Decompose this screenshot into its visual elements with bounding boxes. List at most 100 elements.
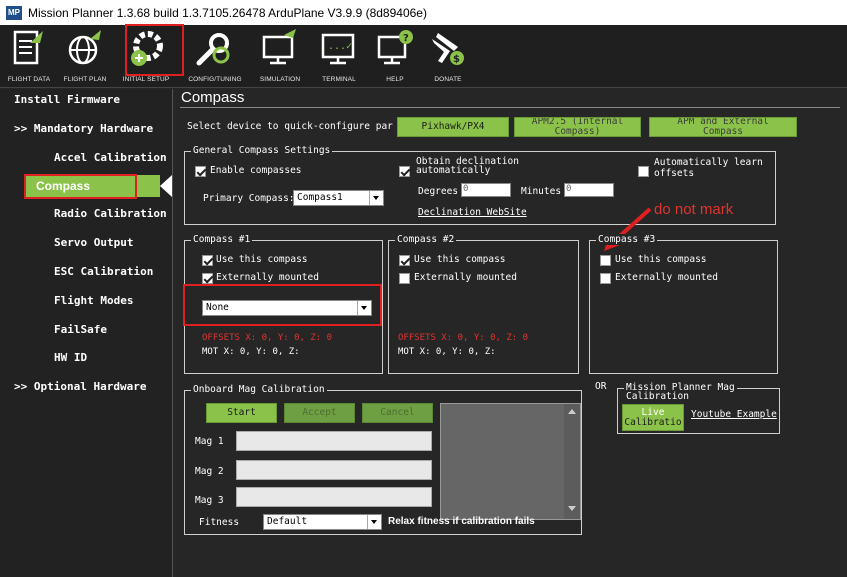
group-title: Onboard Mag Calibration	[191, 384, 327, 395]
toolbar-label: INITIAL SETUP	[122, 76, 170, 83]
sidebar-item-flight-modes[interactable]: Flight Modes	[0, 290, 172, 312]
mag-3-label: Mag 3	[195, 495, 224, 506]
svg-text:...✓: ...✓	[328, 41, 352, 52]
live-calibration-button[interactable]: Live Calibratio	[622, 404, 684, 431]
toolbar-terminal-button[interactable]: ...✓ TERMINAL	[314, 27, 364, 85]
compass-2-external-checkbox[interactable]	[399, 273, 410, 284]
obtain-declination-label: Obtain declination automatically	[416, 157, 519, 176]
group-title: Compass #3	[596, 234, 658, 245]
compass-2-use-checkbox[interactable]	[399, 255, 410, 266]
primary-compass-label: Primary Compass:	[203, 193, 295, 204]
compass-1-external-checkbox[interactable]	[202, 273, 213, 284]
button-label: Pixhawk/PX4	[421, 121, 485, 132]
start-calibration-button[interactable]: Start	[206, 403, 277, 423]
scroll-down-icon[interactable]	[568, 506, 576, 511]
fitness-label: Fitness	[199, 517, 240, 528]
toolbar-label: CONFIG/TUNING	[188, 76, 242, 83]
toolbar-label: HELP	[386, 76, 404, 83]
auto-learn-offsets-checkbox[interactable]	[638, 166, 649, 177]
sidebar-item-accel-calibration[interactable]: Accel Calibration	[0, 147, 172, 169]
minutes-label: Minutes	[521, 186, 562, 197]
page-title: Compass	[181, 89, 245, 106]
toolbar-flight-data-button[interactable]: FLIGHT DATA	[4, 27, 54, 85]
toolbar-help-button[interactable]: ? HELP	[370, 27, 420, 85]
sidebar-item-failsafe[interactable]: FailSafe	[0, 319, 172, 341]
compass-1-use-label: Use this compass	[216, 254, 308, 265]
button-label: Accept	[302, 407, 337, 418]
pixhawk-px4-button[interactable]: Pixhawk/PX4	[397, 117, 509, 137]
button-label: Cancel	[380, 407, 415, 418]
auto-learn-offsets-label: Automatically learn offsets	[654, 157, 763, 179]
mp-mag-title-line2: Calibration	[626, 391, 689, 402]
compass-1-use-checkbox[interactable]	[202, 255, 213, 266]
mission-planner-logo-icon: MP	[6, 5, 22, 20]
sidebar-item-hw-id[interactable]: HW ID	[0, 347, 172, 369]
window-title: Mission Planner 1.3.68 build 1.3.7105.26…	[28, 5, 427, 20]
compass-3-external-label: Externally mounted	[615, 272, 718, 283]
compass-3-use-checkbox[interactable]	[600, 255, 611, 266]
fitness-select[interactable]: Default	[263, 514, 382, 530]
compass-2-external-label: Externally mounted	[414, 272, 517, 283]
button-label-line1: Live	[641, 406, 665, 418]
initial-setup-highlight-box	[125, 24, 184, 76]
compass-2-mot: MOT X: 0, Y: 0, Z:	[398, 347, 496, 357]
group-title: General Compass Settings	[191, 145, 333, 156]
compass-2-offsets: OFFSETS X: 0, Y: 0, Z: 0	[398, 333, 529, 343]
declination-website-link[interactable]: Declination WebSite	[418, 207, 527, 218]
sidebar-item-servo-output[interactable]: Servo Output	[0, 232, 172, 254]
log-scrollbar[interactable]	[564, 404, 580, 519]
help-icon: ?	[377, 30, 413, 65]
toolbar-config-tuning-button[interactable]: CONFIG/TUNING	[184, 27, 246, 85]
toolbar-flight-plan-button[interactable]: FLIGHT PLAN	[60, 27, 110, 85]
toolbar-donate-button[interactable]: $ DONATE	[426, 27, 470, 85]
calibration-log-box[interactable]	[440, 403, 581, 520]
minutes-input[interactable]: 0	[564, 183, 614, 197]
obtain-declination-checkbox[interactable]	[399, 166, 410, 177]
quick-configure-label: Select device to quick-configure par	[187, 121, 393, 132]
toolbar-label: DONATE	[434, 76, 462, 83]
auto-learn-line2: offsets	[654, 168, 695, 179]
do-not-mark-annotation: do not mark	[654, 201, 734, 218]
group-title: Compass #2	[395, 234, 457, 245]
sidebar-item-optional-hardware[interactable]: >> Optional Hardware	[0, 376, 172, 398]
terminal-icon: ...✓	[321, 33, 355, 65]
auto-learn-line1: Automatically learn	[654, 157, 763, 168]
chevron-down-icon	[367, 515, 381, 529]
mag-1-label: Mag 1	[195, 436, 224, 447]
compass-1-mot: MOT X: 0, Y: 0, Z:	[202, 347, 300, 357]
scroll-up-icon[interactable]	[568, 409, 576, 414]
apm25-internal-compass-button[interactable]: APM2.5 (Internal Compass)	[514, 117, 641, 137]
window-title-bar: MP Mission Planner 1.3.68 build 1.3.7105…	[0, 0, 847, 25]
apm-external-compass-button[interactable]: APM and External Compass	[649, 117, 797, 137]
compass-1-highlight-box	[183, 284, 382, 326]
sidebar-item-radio-calibration[interactable]: Radio Calibration	[0, 203, 172, 225]
toolbar-simulation-button[interactable]: SIMULATION	[252, 27, 308, 85]
button-label: Start	[227, 407, 256, 418]
compass-3-external-checkbox[interactable]	[600, 273, 611, 284]
toolbar-label: SIMULATION	[259, 76, 301, 83]
sidebar-item-esc-calibration[interactable]: ESC Calibration	[0, 261, 172, 283]
degrees-input[interactable]: 0	[461, 183, 511, 197]
mag-3-progress	[236, 487, 432, 507]
flight-plan-icon	[68, 30, 101, 65]
simulation-icon	[262, 29, 296, 65]
group-title: Compass #1	[191, 234, 253, 245]
toolbar-label: FLIGHT PLAN	[63, 76, 107, 83]
youtube-example-link[interactable]: Youtube Example	[691, 409, 777, 420]
accept-calibration-button[interactable]: Accept	[284, 403, 355, 423]
sidebar-item-mandatory-hardware[interactable]: >> Mandatory Hardware	[0, 118, 172, 140]
mag-1-progress	[236, 431, 432, 451]
primary-compass-select[interactable]: Compass1	[293, 190, 384, 206]
button-label-line2: Compass	[702, 126, 744, 137]
degrees-label: Degrees	[418, 186, 459, 197]
toolbar-label: TERMINAL	[322, 76, 356, 83]
enable-compasses-checkbox[interactable]	[195, 166, 206, 177]
mag-2-label: Mag 2	[195, 466, 224, 477]
donate-icon: $	[432, 33, 464, 65]
compass-1-offsets: OFFSETS X: 0, Y: 0, Z: 0	[202, 333, 333, 343]
svg-text:$: $	[453, 54, 460, 65]
button-label-line2: Calibratio	[624, 416, 682, 428]
sidebar-item-install-firmware[interactable]: Install Firmware	[0, 89, 172, 111]
cancel-calibration-button[interactable]: Cancel	[362, 403, 433, 423]
group-title: Mission Planner Mag Calibration	[624, 383, 737, 401]
